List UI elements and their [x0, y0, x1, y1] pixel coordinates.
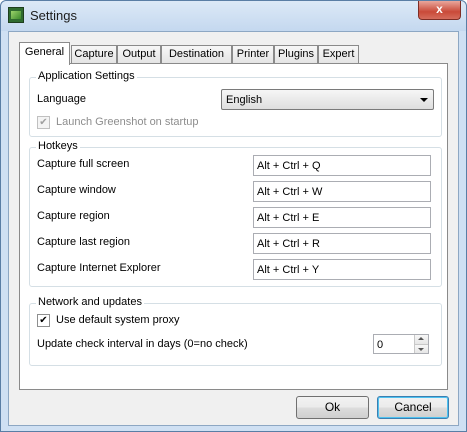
capture-window-hotkey-input[interactable]: Alt + Ctrl + W	[253, 181, 431, 202]
close-button[interactable]: x	[418, 1, 461, 20]
capture-full-screen-hotkey-input[interactable]: Alt + Ctrl + Q	[253, 155, 431, 176]
title-bar[interactable]: Settings x	[1, 1, 466, 31]
capture-region-label: Capture region	[37, 210, 110, 222]
network-updates-group: Network and updates ✔ Use default system…	[29, 296, 442, 366]
language-select[interactable]: English	[221, 89, 434, 110]
hotkey-value: Alt + Ctrl + R	[257, 238, 320, 250]
greenshot-app-icon	[8, 7, 24, 23]
update-interval-label: Update check interval in days (0=no chec…	[37, 338, 248, 350]
capture-internet-explorer-hotkey-input[interactable]: Alt + Ctrl + Y	[253, 259, 431, 280]
hotkeys-group: Hotkeys Capture full screen Alt + Ctrl +…	[29, 140, 442, 287]
tab-destination[interactable]: Destination	[161, 45, 232, 64]
tab-printer[interactable]: Printer	[232, 45, 274, 64]
use-default-proxy-label: Use default system proxy	[56, 314, 180, 326]
window-title: Settings	[30, 8, 77, 23]
settings-window: Settings x General Capture Output Destin…	[0, 0, 467, 432]
launch-on-startup-checkbox[interactable]: ✔	[37, 116, 50, 129]
language-label: Language	[37, 93, 86, 105]
tab-output[interactable]: Output	[117, 45, 161, 64]
capture-internet-explorer-label: Capture Internet Explorer	[37, 262, 161, 274]
ok-button[interactable]: Ok	[296, 396, 369, 419]
network-updates-legend: Network and updates	[36, 296, 144, 308]
launch-on-startup-label: Launch Greenshot on startup	[56, 116, 199, 128]
tab-plugins[interactable]: Plugins	[274, 45, 318, 64]
hotkey-value: Alt + Ctrl + E	[257, 212, 320, 224]
cancel-button[interactable]: Cancel	[377, 396, 449, 419]
update-interval-stepper[interactable]: 0	[373, 334, 429, 354]
hotkey-value: Alt + Ctrl + Y	[257, 264, 320, 276]
hotkey-value: Alt + Ctrl + Q	[257, 160, 321, 172]
chevron-down-icon	[420, 98, 428, 102]
tab-general[interactable]: General	[19, 42, 70, 65]
language-value: English	[226, 94, 263, 106]
application-settings-legend: Application Settings	[36, 70, 137, 82]
capture-window-label: Capture window	[37, 184, 116, 196]
tab-expert[interactable]: Expert	[318, 45, 359, 64]
application-settings-group: Application Settings Language English ✔ …	[29, 70, 442, 137]
tab-capture[interactable]: Capture	[71, 45, 117, 64]
hotkeys-legend: Hotkeys	[36, 140, 80, 152]
capture-full-screen-label: Capture full screen	[37, 158, 130, 170]
spin-up-icon[interactable]	[414, 335, 428, 344]
general-tab-panel: Application Settings Language English ✔ …	[19, 63, 448, 390]
dialog-client-area: General Capture Output Destination Print…	[8, 31, 459, 426]
capture-region-hotkey-input[interactable]: Alt + Ctrl + E	[253, 207, 431, 228]
spin-down-icon[interactable]	[414, 344, 428, 353]
capture-last-region-hotkey-input[interactable]: Alt + Ctrl + R	[253, 233, 431, 254]
hotkey-value: Alt + Ctrl + W	[257, 186, 323, 198]
use-default-proxy-checkbox[interactable]: ✔	[37, 314, 50, 327]
capture-last-region-label: Capture last region	[37, 236, 130, 248]
update-interval-value: 0	[377, 339, 384, 351]
